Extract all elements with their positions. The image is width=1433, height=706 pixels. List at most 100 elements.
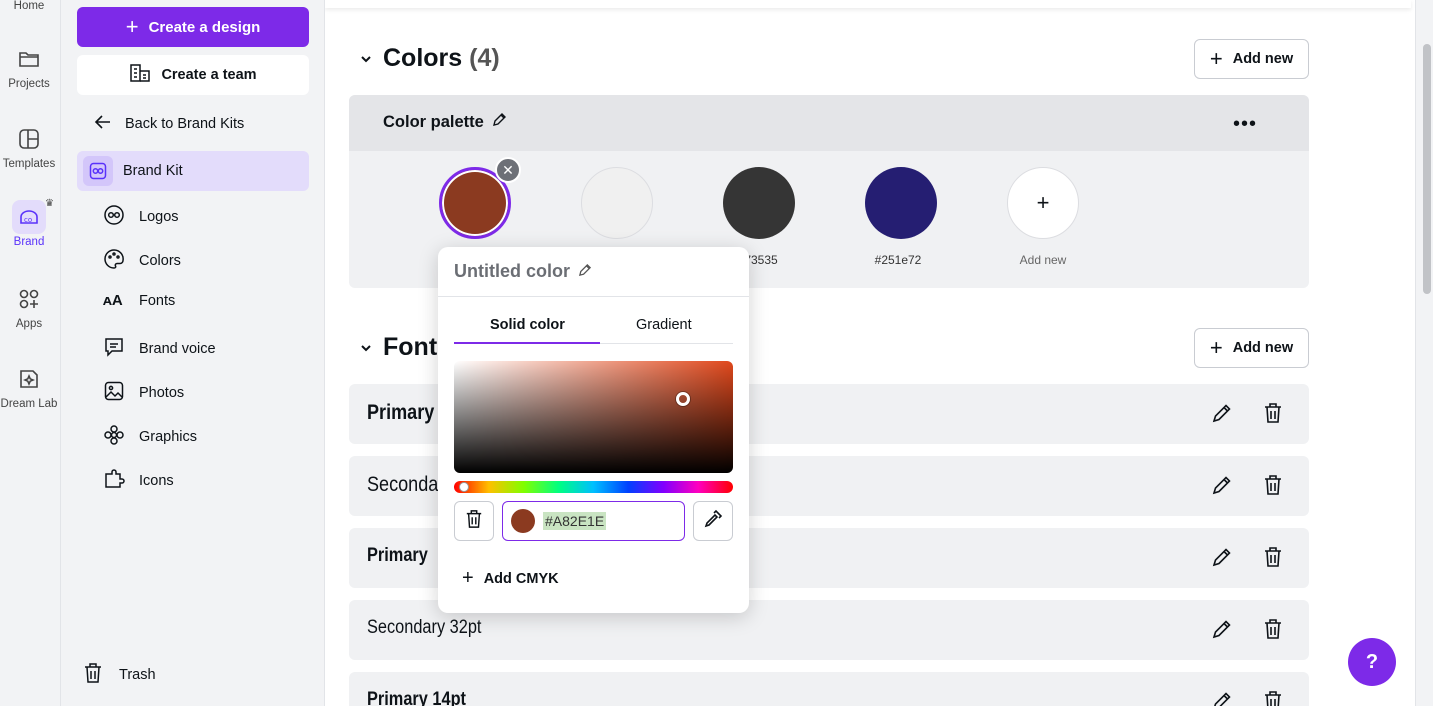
delete-color-button[interactable] <box>454 501 494 541</box>
saturation-picker[interactable] <box>454 361 733 473</box>
swatch-3[interactable] <box>865 167 937 239</box>
pencil-icon <box>578 261 592 282</box>
templates-icon <box>12 122 46 156</box>
icons-label: Icons <box>139 473 174 489</box>
rail-apps-label: Apps <box>15 318 43 330</box>
hue-slider[interactable] <box>454 481 733 493</box>
rail-brand[interactable]: ♛ co Brand <box>0 198 58 248</box>
pencil-icon[interactable] <box>1211 690 1233 706</box>
saturation-handle[interactable] <box>676 392 690 406</box>
graphics-icon <box>103 424 125 450</box>
swatch-2[interactable] <box>723 167 795 239</box>
rail-templates[interactable]: Templates <box>0 122 58 170</box>
swatch-1[interactable] <box>581 167 653 239</box>
plus-icon: + <box>125 14 139 39</box>
sidebar-trash[interactable]: Trash <box>83 662 156 688</box>
trash-icon[interactable] <box>1263 474 1283 501</box>
color-preview-dot <box>511 509 535 533</box>
rail-dreamlab-label: Dream Lab <box>0 398 58 410</box>
colors-title: Colors <box>383 44 463 72</box>
fonts-add-new-label: Add new <box>1232 340 1294 356</box>
scrollbar-thumb[interactable] <box>1423 44 1431 294</box>
help-button[interactable]: ? <box>1348 638 1396 686</box>
palette-title-text: Color palette <box>383 112 484 131</box>
logos-label: Logos <box>139 209 179 225</box>
add-color-button[interactable]: + <box>1007 167 1079 239</box>
create-design-label: Create a design <box>148 18 261 36</box>
colors-add-new-button[interactable]: + Add new <box>1194 39 1309 79</box>
swatch-3-label: #251e72 <box>874 253 922 267</box>
apps-icon <box>12 282 46 316</box>
sidebar-item-graphics[interactable]: Graphics <box>103 424 197 450</box>
tab-solid-color[interactable]: Solid color <box>490 317 565 333</box>
colors-section-header[interactable]: Colors (4) <box>359 44 500 73</box>
plus-icon: + <box>462 567 474 589</box>
pencil-icon <box>492 112 507 132</box>
trash-icon[interactable] <box>1263 402 1283 429</box>
color-picker-popup: Untitled color Solid color Gradient #A82… <box>438 247 749 613</box>
font-row-label: Primary <box>367 401 435 424</box>
trash-icon <box>83 662 103 688</box>
add-color-label: Add new <box>1019 253 1067 267</box>
sidebar-item-logos[interactable]: Logos <box>103 204 179 230</box>
color-name-title[interactable]: Untitled color <box>454 261 592 282</box>
eyedropper-icon <box>703 509 723 534</box>
brand-sidebar: + Create a design Create a team Back to … <box>61 0 325 706</box>
brand-icon: co <box>12 200 46 234</box>
trash-icon[interactable] <box>1263 690 1283 706</box>
create-team-button[interactable]: Create a team <box>77 55 309 95</box>
palette-icon <box>103 248 125 274</box>
create-team-label: Create a team <box>161 67 257 83</box>
folder-icon <box>12 42 46 76</box>
left-rail: Home Projects Templates ♛ co Brand Apps … <box>0 0 61 706</box>
back-to-brand-kits-link[interactable]: Back to Brand Kits <box>93 112 244 136</box>
tab-gradient[interactable]: Gradient <box>636 317 692 333</box>
sidebar-item-icons[interactable]: Icons <box>103 468 174 494</box>
close-icon[interactable]: ✕ <box>495 157 521 183</box>
sidebar-item-fonts[interactable]: ᴀA Fonts <box>103 292 175 309</box>
rail-apps[interactable]: Apps <box>0 282 58 330</box>
chevron-down-icon <box>359 333 373 362</box>
hue-handle[interactable] <box>459 482 469 492</box>
more-options-icon[interactable]: ••• <box>1233 113 1257 136</box>
pencil-icon[interactable] <box>1211 402 1233 429</box>
plus-icon: + <box>1209 335 1223 360</box>
top-shadow-bar <box>325 0 1411 8</box>
pencil-icon[interactable] <box>1211 618 1233 645</box>
colors-label: Colors <box>139 253 181 269</box>
tab-active-indicator <box>454 342 600 344</box>
sidebar-item-brand-kit[interactable]: Brand Kit <box>77 151 309 191</box>
trash-label: Trash <box>119 667 156 683</box>
pencil-icon[interactable] <box>1211 474 1233 501</box>
create-design-button[interactable]: + Create a design <box>77 7 309 47</box>
rail-dreamlab[interactable]: Dream Lab <box>0 362 58 410</box>
sidebar-item-brand-voice[interactable]: Brand voice <box>103 336 216 362</box>
font-row-label: Seconda <box>367 473 439 496</box>
add-cmyk-button[interactable]: + Add CMYK <box>462 567 559 590</box>
eyedropper-button[interactable] <box>693 501 733 541</box>
colors-count: (4) <box>469 44 500 72</box>
plus-icon: + <box>1209 46 1223 71</box>
trash-icon[interactable] <box>1263 546 1283 573</box>
back-label: Back to Brand Kits <box>125 116 245 132</box>
sidebar-item-colors[interactable]: Colors <box>103 248 181 274</box>
logos-icon <box>103 204 125 230</box>
fonts-label: Fonts <box>139 292 176 309</box>
trash-icon[interactable] <box>1263 618 1283 645</box>
team-icon <box>129 63 151 87</box>
crown-icon: ♛ <box>45 198 54 209</box>
sidebar-item-photos[interactable]: Photos <box>103 380 184 406</box>
fonts-add-new-button[interactable]: + Add new <box>1194 328 1309 368</box>
pencil-icon[interactable] <box>1211 546 1233 573</box>
fonts-icon: ᴀA <box>103 292 123 309</box>
hex-value[interactable]: #A82E1E <box>543 512 607 530</box>
font-row-label: Secondary 32pt <box>367 617 482 638</box>
add-cmyk-label: Add CMYK <box>483 570 559 587</box>
font-row[interactable]: Primary 14pt <box>349 672 1309 706</box>
plus-icon: + <box>1036 190 1050 215</box>
rail-home[interactable]: Home <box>0 0 58 12</box>
graphics-label: Graphics <box>139 429 198 445</box>
rail-projects[interactable]: Projects <box>0 42 58 90</box>
hex-input[interactable]: #A82E1E <box>502 501 685 541</box>
palette-title[interactable]: Color palette <box>383 112 507 132</box>
